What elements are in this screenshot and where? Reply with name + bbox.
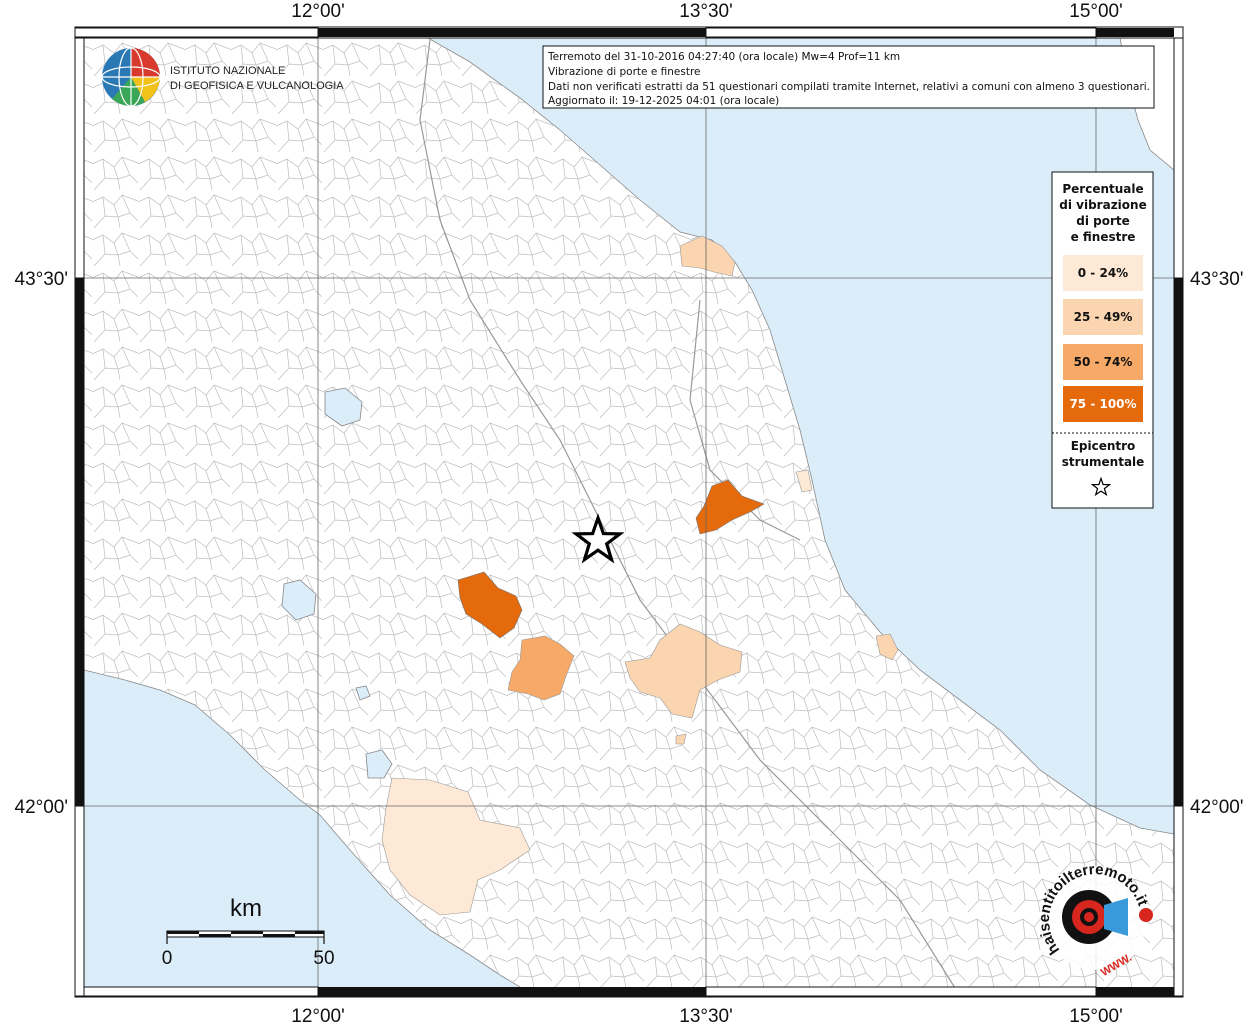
legend-title-4: e finestre — [1071, 230, 1136, 244]
bottom-tick-2: 13°30' — [679, 1006, 733, 1024]
legend-title-3: di porte — [1076, 214, 1130, 228]
legend-label-0: 0 - 24% — [1078, 266, 1128, 280]
top-tick-2: 13°30' — [679, 1, 733, 22]
scale-unit: km — [230, 895, 262, 922]
scale-start: 0 — [162, 948, 173, 969]
legend-epicenter-2: strumentale — [1062, 455, 1145, 469]
ingv-line2: DI GEOFISICA E VULCANOLOGIA — [170, 80, 344, 92]
top-tick-1: 12°00' — [291, 1, 345, 22]
area-small-1 — [675, 733, 687, 745]
info-line-3: Dati non verificati estratti da 51 quest… — [548, 81, 1150, 93]
left-tick-2: 42°00' — [15, 797, 69, 818]
bottom-tick-1: 12°00' — [291, 1006, 345, 1024]
legend-label-3: 75 - 100% — [1069, 397, 1136, 411]
intensity-map: 12°00' 13°30' 15°00' 12°00' 13°30' 15°00… — [15, 1, 1244, 1024]
info-line-4: Aggiornato il: 19-12-2025 04:01 (ora loc… — [548, 95, 779, 107]
bottom-tick-3: 15°00' — [1069, 1006, 1123, 1024]
info-box: Terremoto del 31-10-2016 04:27:40 (ora l… — [542, 45, 1155, 109]
left-tick-1: 43°30' — [15, 269, 69, 290]
legend-label-1: 25 - 49% — [1074, 310, 1133, 324]
right-tick-1: 43°30' — [1190, 269, 1244, 290]
right-tick-2: 42°00' — [1190, 797, 1244, 818]
map-area — [84, 38, 1174, 996]
legend-epicenter-1: Epicentro — [1071, 439, 1136, 453]
top-tick-3: 15°00' — [1069, 1, 1123, 22]
legend-title-2: di vibrazione — [1059, 198, 1146, 212]
scale-end: 50 — [313, 948, 334, 969]
ingv-line1: ISTITUTO NAZIONALE — [170, 65, 285, 77]
legend-label-2: 50 - 74% — [1074, 355, 1133, 369]
legend: Percentuale di vibrazione di porte e fin… — [1051, 171, 1154, 509]
info-line-2: Vibrazione di porte e finestre — [548, 66, 701, 78]
info-line-1: Terremoto del 31-10-2016 04:27:40 (ora l… — [547, 51, 900, 63]
legend-title-1: Percentuale — [1062, 182, 1143, 196]
